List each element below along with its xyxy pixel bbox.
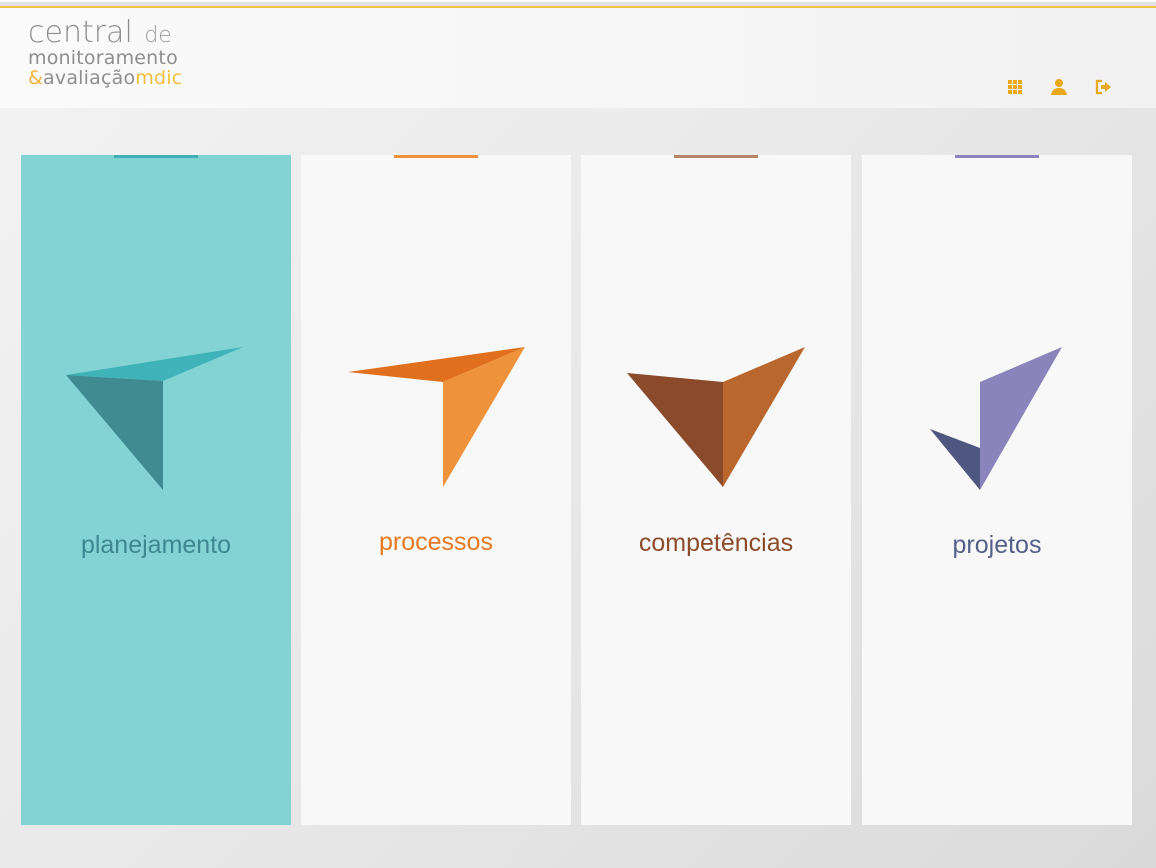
app-logo[interactable]: central de monitoramento &avaliaçãomdic: [28, 18, 228, 88]
grid-icon[interactable]: [1006, 78, 1024, 96]
card-projetos[interactable]: projetos: [862, 155, 1132, 825]
competencias-arrow-icon: [627, 347, 805, 487]
top-edge: [0, 0, 1156, 2]
card-label-competencias: competências: [638, 529, 794, 557]
logo-ampersand: &: [28, 67, 44, 89]
header-actions: [1006, 78, 1112, 96]
card-label-projetos: projetos: [952, 531, 1042, 559]
logo-central: central: [28, 15, 133, 50]
planejamento-arrow-icon: [66, 347, 243, 490]
logo-de: de: [144, 23, 172, 48]
user-icon[interactable]: [1050, 78, 1068, 96]
projetos-check-icon: [930, 347, 1062, 490]
card-tab-indicator: [394, 155, 478, 158]
card-planejamento[interactable]: planejamento: [21, 155, 291, 825]
card-tab-indicator: [955, 155, 1039, 158]
logo-avaliacao: avaliação: [43, 67, 136, 89]
header: central de monitoramento &avaliaçãomdic: [0, 8, 1156, 108]
card-tab-indicator: [114, 155, 198, 158]
logo-line-1: central de: [28, 18, 228, 48]
card-label-planejamento: planejamento: [80, 531, 232, 559]
logo-mdic: mdic: [135, 67, 183, 89]
logo-monitoramento: monitoramento: [28, 47, 178, 69]
card-label-processos: processos: [379, 528, 493, 556]
processos-arrow-icon: [348, 347, 525, 487]
logo-line-3: &avaliaçãomdic: [28, 69, 228, 88]
card-processos[interactable]: processos: [301, 155, 571, 825]
logout-icon[interactable]: [1094, 78, 1112, 96]
card-tab-indicator: [674, 155, 758, 158]
card-competencias[interactable]: competências: [581, 155, 851, 825]
